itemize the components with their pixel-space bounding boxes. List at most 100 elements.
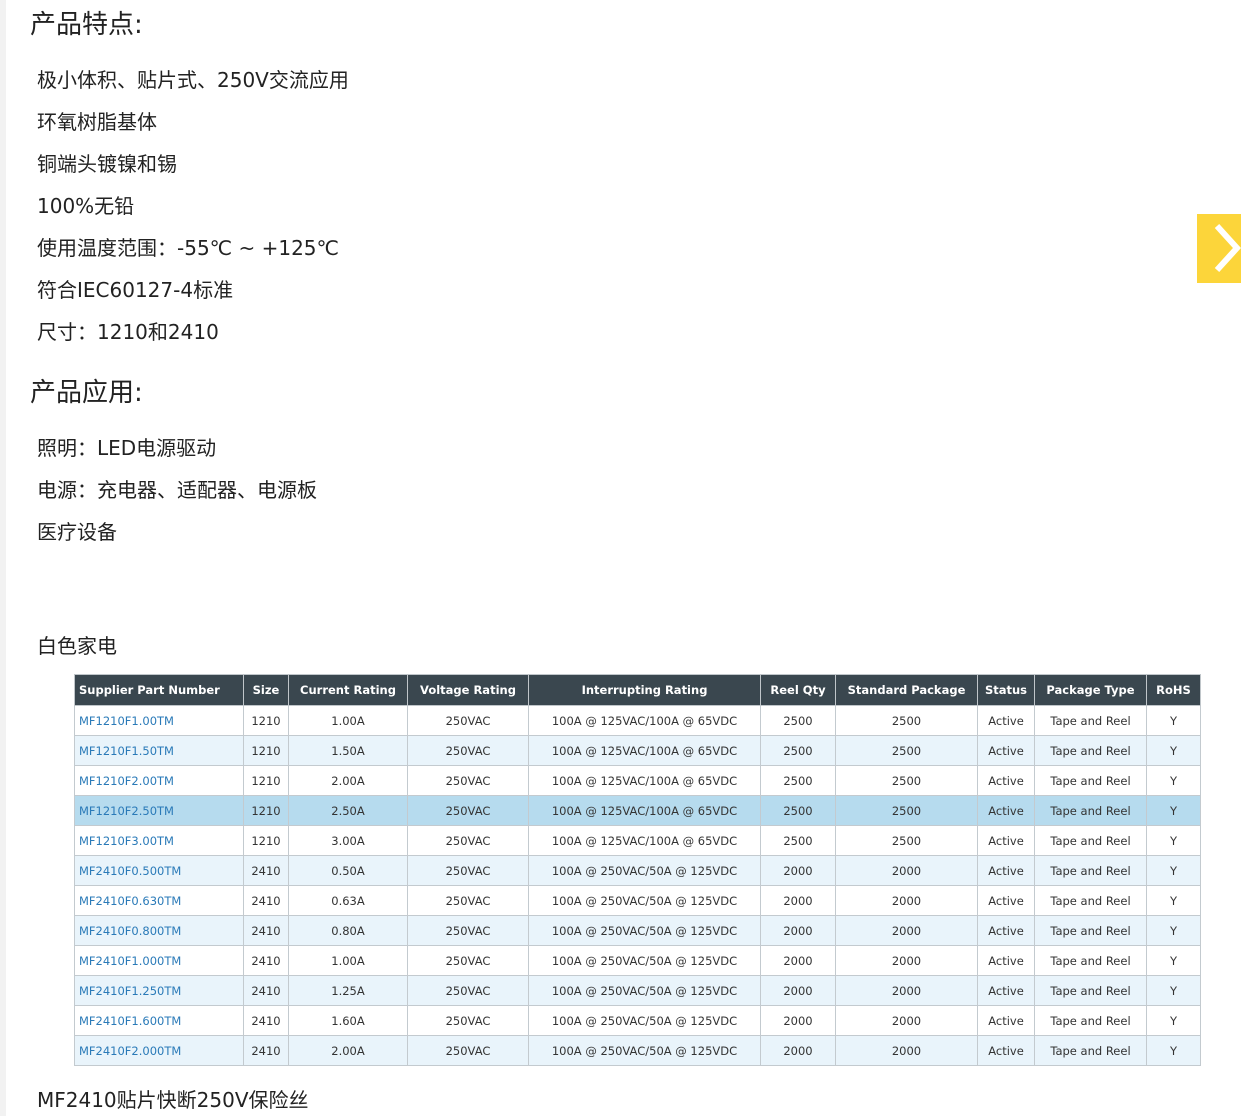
part-number-link[interactable]: MF1210F2.50TM [74,795,244,826]
reel-qty-cell: 2000 [760,975,836,1006]
feature-item: 铜端头镀镍和锡 [37,152,177,176]
package-type-cell: Tape and Reel [1034,825,1147,856]
interrupting-rating-cell: 100A @ 125VAC/100A @ 65VDC [528,825,761,856]
rohs-cell: Y [1146,975,1201,1006]
table-row: MF2410F0.500TM 2410 0.50A 250VAC 100A @ 250V… [74,855,1201,886]
part-number-link[interactable]: MF2410F0.630TM [74,885,244,916]
rohs-cell: Y [1146,705,1201,736]
reel-qty-cell: 2500 [760,795,836,826]
column-header: Status [977,674,1035,706]
current-rating-cell: 2.00A [288,1035,408,1066]
part-number-link[interactable]: MF2410F2.000TM [74,1035,244,1066]
column-header: Reel Qty [760,674,836,706]
column-header: RoHS [1146,674,1201,706]
feature-item: 尺寸：1210和2410 [37,320,219,344]
size-cell: 1210 [243,705,289,736]
rohs-cell: Y [1146,915,1201,946]
size-cell: 1210 [243,825,289,856]
part-number-link[interactable]: MF2410F1.600TM [74,1005,244,1036]
reel-qty-cell: 2000 [760,945,836,976]
size-cell: 1210 [243,735,289,766]
part-number-link[interactable]: MF2410F0.500TM [74,855,244,886]
table-row: MF1210F2.00TM 1210 2.00A 250VAC 100A @ 125VA… [74,765,1201,796]
part-number-link[interactable]: MF2410F1.250TM [74,975,244,1006]
table-row: MF1210F1.00TM 1210 1.00A 250VAC 100A @ 125VA… [74,705,1201,736]
size-cell: 2410 [243,915,289,946]
size-cell: 2410 [243,975,289,1006]
voltage-rating-cell: 250VAC [407,795,529,826]
application-item: 医疗设备 [37,520,117,544]
table-row: MF1210F3.00TM 1210 3.00A 250VAC 100A @ 125VA… [74,825,1201,856]
rohs-cell: Y [1146,1035,1201,1066]
current-rating-cell: 2.50A [288,795,408,826]
part-number-link[interactable]: MF2410F0.800TM [74,915,244,946]
part-number-link[interactable]: MF2410F1.000TM [74,945,244,976]
reel-qty-cell: 2000 [760,1005,836,1036]
package-type-cell: Tape and Reel [1034,945,1147,976]
voltage-rating-cell: 250VAC [407,945,529,976]
application-item: 照明：LED电源驱动 [37,436,217,460]
reel-qty-cell: 2500 [760,765,836,796]
standard-package-cell: 2000 [835,915,978,946]
column-header: Standard Package [835,674,978,706]
next-arrow-button[interactable] [1197,214,1241,283]
voltage-rating-cell: 250VAC [407,1035,529,1066]
table-row: MF2410F0.800TM 2410 0.80A 250VAC 100A @ 250V… [74,915,1201,946]
table-row: MF2410F1.250TM 2410 1.25A 250VAC 100A @ 250V… [74,975,1201,1006]
status-cell: Active [977,975,1035,1006]
rohs-cell: Y [1146,795,1201,826]
table-body: MF1210F1.00TM 1210 1.00A 250VAC 100A @ 125VA… [74,705,1201,1066]
voltage-rating-cell: 250VAC [407,765,529,796]
package-type-cell: Tape and Reel [1034,765,1147,796]
table-row: MF2410F0.630TM 2410 0.63A 250VAC 100A @ 250V… [74,885,1201,916]
chevron-right-icon [1214,223,1241,273]
current-rating-cell: 2.00A [288,765,408,796]
current-rating-cell: 1.50A [288,735,408,766]
interrupting-rating-cell: 100A @ 250VAC/50A @ 125VDC [528,885,761,916]
interrupting-rating-cell: 100A @ 250VAC/50A @ 125VDC [528,945,761,976]
reel-qty-cell: 2000 [760,915,836,946]
interrupting-rating-cell: 100A @ 250VAC/50A @ 125VDC [528,915,761,946]
package-type-cell: Tape and Reel [1034,975,1147,1006]
part-number-link[interactable]: MF1210F1.00TM [74,705,244,736]
standard-package-cell: 2000 [835,1035,978,1066]
interrupting-rating-cell: 100A @ 250VAC/50A @ 125VDC [528,1005,761,1036]
current-rating-cell: 1.60A [288,1005,408,1036]
reel-qty-cell: 2500 [760,705,836,736]
part-number-link[interactable]: MF1210F2.00TM [74,765,244,796]
voltage-rating-cell: 250VAC [407,705,529,736]
table-row: MF2410F1.000TM 2410 1.00A 250VAC 100A @ 250V… [74,945,1201,976]
standard-package-cell: 2000 [835,885,978,916]
voltage-rating-cell: 250VAC [407,735,529,766]
current-rating-cell: 1.25A [288,975,408,1006]
table-header-row: Supplier Part Number Size Current Rating… [74,674,1201,706]
rohs-cell: Y [1146,735,1201,766]
current-rating-cell: 1.00A [288,705,408,736]
voltage-rating-cell: 250VAC [407,975,529,1006]
voltage-rating-cell: 250VAC [407,825,529,856]
feature-item: 100%无铅 [37,194,135,218]
part-number-link[interactable]: MF1210F3.00TM [74,825,244,856]
status-cell: Active [977,765,1035,796]
reel-qty-cell: 2000 [760,855,836,886]
rohs-cell: Y [1146,855,1201,886]
reel-qty-cell: 2500 [760,825,836,856]
status-cell: Active [977,705,1035,736]
table-row: MF2410F1.600TM 2410 1.60A 250VAC 100A @ 250V… [74,1005,1201,1036]
package-type-cell: Tape and Reel [1034,705,1147,736]
package-type-cell: Tape and Reel [1034,795,1147,826]
standard-package-cell: 2000 [835,975,978,1006]
size-cell: 2410 [243,945,289,976]
current-rating-cell: 1.00A [288,945,408,976]
standard-package-cell: 2500 [835,765,978,796]
part-number-link[interactable]: MF1210F1.50TM [74,735,244,766]
column-header: Size [243,674,289,706]
package-type-cell: Tape and Reel [1034,915,1147,946]
rohs-cell: Y [1146,885,1201,916]
spec-table: Supplier Part Number Size Current Rating… [74,674,1201,1066]
application-item: 白色家电 [37,634,117,658]
standard-package-cell: 2500 [835,705,978,736]
column-header: Interrupting Rating [528,674,761,706]
status-cell: Active [977,735,1035,766]
feature-item: 极小体积、贴片式、250V交流应用 [37,68,349,92]
